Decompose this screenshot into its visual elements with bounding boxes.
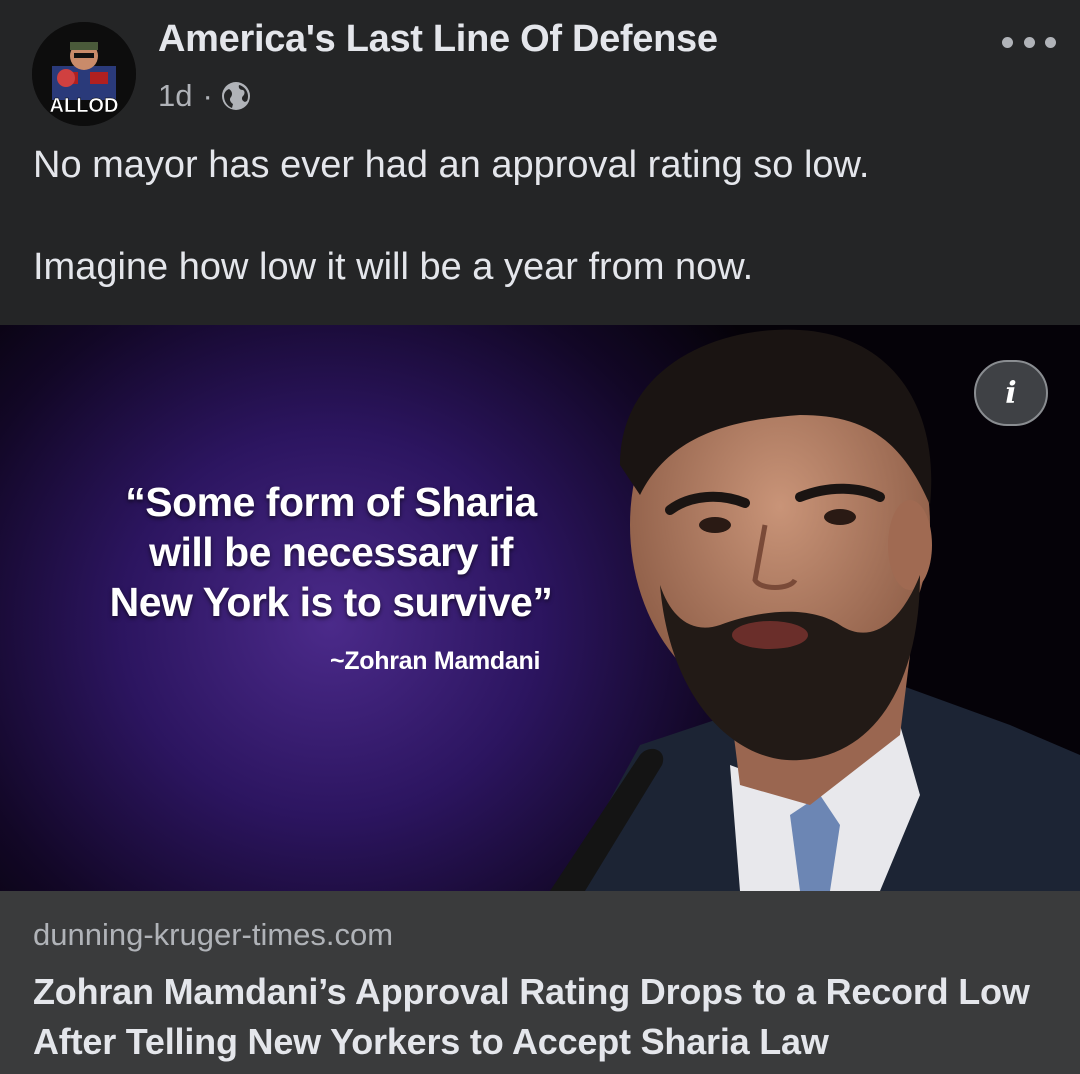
more-options-icon[interactable] <box>1002 28 1056 56</box>
info-glyph: i <box>1005 375 1017 411</box>
avatar-logo-text: ALLOD <box>50 95 119 117</box>
avatar-image: ALLOD <box>32 22 136 126</box>
image-quote: “Some form of Sharia will be necessary i… <box>96 477 566 627</box>
more-dot <box>1045 36 1056 48</box>
link-headline: Zohran Mamdani’s Approval Rating Drops t… <box>33 967 1030 1067</box>
quote-line: “Some form of Sharia <box>125 479 537 525</box>
headline-line: Zohran Mamdani’s Approval Rating Drops t… <box>33 971 1030 1012</box>
post-meta: 1d · <box>158 78 251 114</box>
headline-line: After Telling New Yorkers to Accept Shar… <box>33 1021 829 1062</box>
more-dot <box>1023 36 1035 48</box>
post-image[interactable]: “Some form of Sharia will be necessary i… <box>0 325 1080 891</box>
meta-separator: · <box>202 78 213 113</box>
post-time[interactable]: 1d <box>158 78 192 114</box>
info-icon[interactable]: i <box>974 360 1048 426</box>
post-header: ALLOD America's Last Line Of Defense 1d … <box>0 0 1080 128</box>
quote-attribution: ~Zohran Mamdani <box>330 647 541 675</box>
quote-line: will be necessary if <box>149 529 513 575</box>
more-dot <box>1002 36 1013 48</box>
link-preview[interactable]: dunning-kruger-times.com Zohran Mamdani’… <box>0 891 1080 1074</box>
post-text-line: Imagine how low it will be a year from n… <box>33 246 754 288</box>
page-name[interactable]: America's Last Line Of Defense <box>158 18 718 61</box>
quote-line: New York is to survive” <box>109 579 553 625</box>
link-domain: dunning-kruger-times.com <box>33 917 394 952</box>
post-text-line: No mayor has ever had an approval rating… <box>33 144 870 186</box>
globe-icon <box>221 81 251 111</box>
page-avatar[interactable]: ALLOD <box>32 22 136 126</box>
post-text: No mayor has ever had an approval rating… <box>33 146 869 286</box>
